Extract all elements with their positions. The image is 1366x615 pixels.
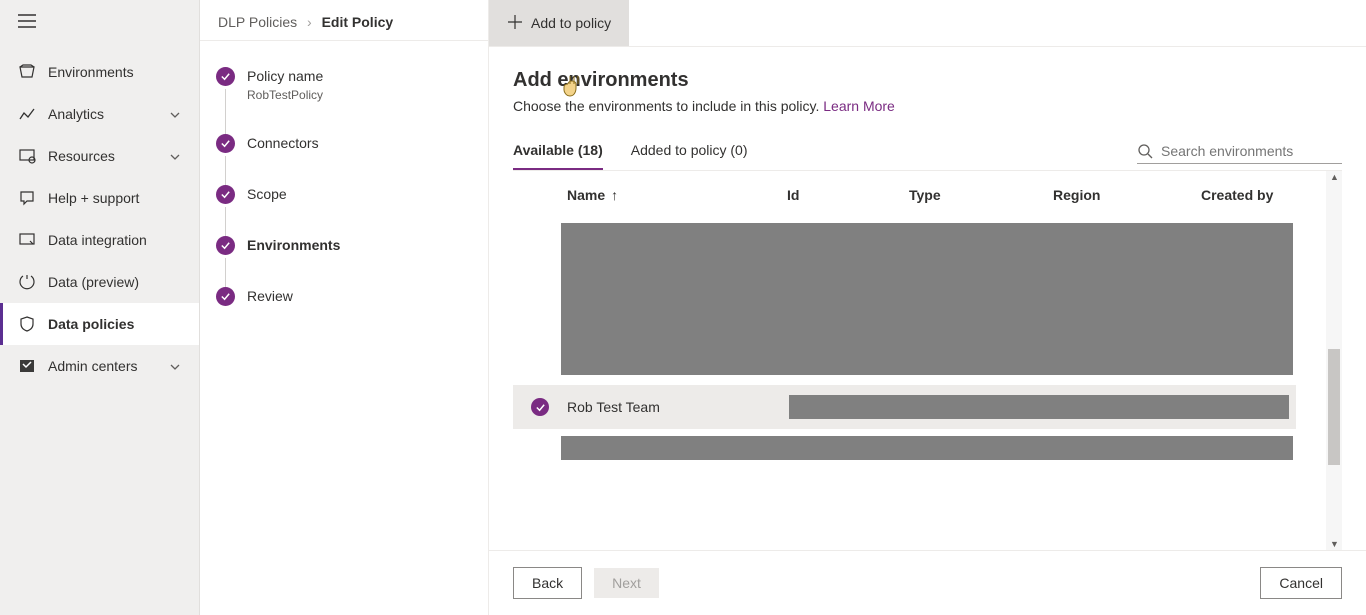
step-title: Connectors [247, 134, 319, 153]
nav-label: Admin centers [48, 358, 169, 374]
nav-label: Data policies [48, 316, 181, 332]
nav-list: Environments Analytics Resources Help + … [0, 45, 199, 387]
redacted-rows [561, 223, 1293, 375]
breadcrumb-root[interactable]: DLP Policies [218, 14, 297, 30]
nav-label: Analytics [48, 106, 169, 122]
search-input[interactable] [1161, 143, 1342, 159]
nav-resources[interactable]: Resources [0, 135, 199, 177]
column-created-by[interactable]: Created by [1201, 187, 1311, 203]
scrollbar-thumb[interactable] [1328, 349, 1340, 465]
breadcrumb: DLP Policies › Edit Policy [200, 0, 488, 41]
resources-icon [18, 147, 36, 165]
step-complete-icon [216, 185, 235, 204]
step-complete-icon [216, 287, 235, 306]
nav-label: Help + support [48, 190, 181, 206]
step-environments[interactable]: Environments [216, 236, 472, 287]
nav-data-integration[interactable]: Data integration [0, 219, 199, 261]
next-button[interactable]: Next [594, 568, 659, 598]
step-complete-icon [216, 134, 235, 153]
sort-asc-icon: ↑ [611, 187, 618, 203]
learn-more-link[interactable]: Learn More [823, 98, 895, 114]
step-scope[interactable]: Scope [216, 185, 472, 236]
data-preview-icon [18, 273, 36, 291]
footer: Back Next Cancel [489, 550, 1366, 615]
step-policy-name[interactable]: Policy name RobTestPolicy [216, 67, 472, 134]
step-review[interactable]: Review [216, 287, 472, 306]
redacted-rows [561, 436, 1293, 460]
step-title: Review [247, 287, 293, 306]
step-title: Scope [247, 185, 287, 204]
nav-label: Data integration [48, 232, 181, 248]
row-name: Rob Test Team [567, 399, 791, 415]
hamburger-icon [18, 14, 36, 28]
nav-data-policies[interactable]: Data policies [0, 303, 199, 345]
search-icon [1137, 143, 1153, 159]
nav-label: Environments [48, 64, 181, 80]
data-integration-icon [18, 231, 36, 249]
step-complete-icon [216, 236, 235, 255]
tabs: Available (18) Added to policy (0) [513, 136, 1137, 170]
nav-environments[interactable]: Environments [0, 51, 199, 93]
search-environments[interactable] [1137, 143, 1342, 164]
sidebar: Environments Analytics Resources Help + … [0, 0, 200, 615]
back-button[interactable]: Back [513, 567, 582, 599]
environments-table: Name ↑ Id Type Region Created by Rob Tes… [513, 171, 1342, 550]
steps-list: Policy name RobTestPolicy Connectors Sco… [200, 41, 488, 332]
nav-admin-centers[interactable]: Admin centers [0, 345, 199, 387]
table-header: Name ↑ Id Type Region Created by [513, 171, 1342, 217]
tab-added-to-policy[interactable]: Added to policy (0) [631, 136, 748, 170]
hamburger-menu[interactable] [0, 0, 199, 45]
tab-available[interactable]: Available (18) [513, 136, 603, 170]
help-icon [18, 189, 36, 207]
column-region[interactable]: Region [1053, 187, 1201, 203]
breadcrumb-separator: › [307, 14, 312, 30]
add-to-policy-button[interactable]: Add to policy [489, 0, 629, 46]
chevron-down-icon [169, 108, 181, 120]
nav-label: Resources [48, 148, 169, 164]
step-subtitle: RobTestPolicy [247, 88, 323, 102]
steps-panel: DLP Policies › Edit Policy Policy name R… [200, 0, 488, 615]
page-description: Choose the environments to include in th… [513, 98, 1342, 114]
column-type[interactable]: Type [909, 187, 1053, 203]
admin-centers-icon [18, 357, 36, 375]
main-content: Add to policy Add environments Choose th… [488, 0, 1366, 615]
toolbar: Add to policy [489, 0, 1366, 47]
column-id[interactable]: Id [787, 187, 909, 203]
redacted-cells [789, 395, 1289, 419]
vertical-scrollbar[interactable]: ▲ ▼ [1326, 171, 1342, 550]
step-connectors[interactable]: Connectors [216, 134, 472, 185]
step-title: Policy name [247, 67, 323, 86]
nav-data-preview[interactable]: Data (preview) [0, 261, 199, 303]
row-selected-icon [531, 398, 549, 416]
scroll-up-icon: ▲ [1330, 172, 1339, 182]
step-title: Environments [247, 236, 340, 255]
step-complete-icon [216, 67, 235, 86]
nav-label: Data (preview) [48, 274, 181, 290]
plus-icon [507, 14, 523, 33]
chevron-down-icon [169, 360, 181, 372]
content-area: Add environments Choose the environments… [489, 47, 1366, 550]
analytics-icon [18, 105, 36, 123]
nav-analytics[interactable]: Analytics [0, 93, 199, 135]
cancel-button[interactable]: Cancel [1260, 567, 1342, 599]
table-row-selected[interactable]: Rob Test Team [513, 385, 1296, 429]
chevron-down-icon [169, 150, 181, 162]
page-title: Add environments [513, 69, 1342, 92]
environments-icon [18, 63, 36, 81]
tabs-row: Available (18) Added to policy (0) [513, 136, 1342, 171]
breadcrumb-current: Edit Policy [322, 14, 394, 30]
add-to-policy-label: Add to policy [531, 15, 611, 31]
column-name[interactable]: Name ↑ [567, 187, 787, 203]
shield-icon [18, 315, 36, 333]
scroll-down-icon: ▼ [1330, 539, 1339, 549]
nav-help[interactable]: Help + support [0, 177, 199, 219]
